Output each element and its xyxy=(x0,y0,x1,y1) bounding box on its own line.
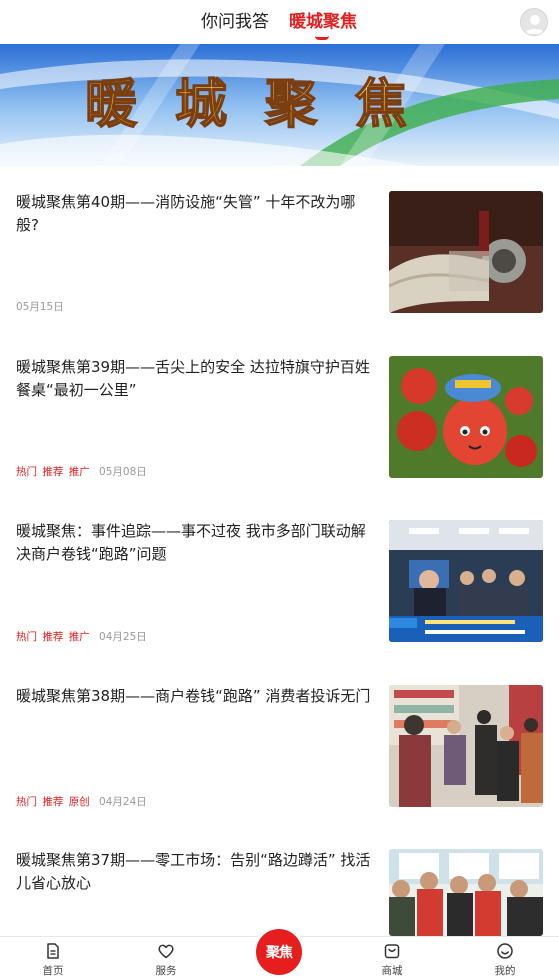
tag-promote: 推广 xyxy=(68,466,90,478)
article-meta: 热门 推荐 推广 05月08日 xyxy=(16,464,147,479)
banner-title: 暖城聚焦 xyxy=(85,74,445,135)
tag-promote: 推广 xyxy=(68,631,90,643)
article-date: 04月25日 xyxy=(99,631,147,643)
tag-recommend: 推荐 xyxy=(42,796,64,808)
heart-icon xyxy=(158,944,174,959)
nav-service[interactable]: 服务 xyxy=(136,942,196,978)
tag-recommend: 推荐 xyxy=(42,631,64,643)
active-tab-indicator xyxy=(315,36,329,40)
article-thumbnail[interactable] xyxy=(389,191,543,313)
home-doc-icon xyxy=(47,943,59,959)
article-meta: 05月15日 xyxy=(16,299,64,314)
tag-recommend: 推荐 xyxy=(42,466,64,478)
focus-logo-text: 聚焦 xyxy=(266,945,293,961)
article-thumbnail[interactable] xyxy=(389,685,543,807)
tab-focus[interactable]: 暖城聚焦 xyxy=(289,11,357,33)
article-date: 05月08日 xyxy=(99,466,147,478)
article-title[interactable]: 暖城聚焦第37期——零工市场：告别“路边蹲活” 找活儿省心放心 xyxy=(16,849,376,895)
article-thumbnail[interactable] xyxy=(389,849,543,936)
article-thumbnail[interactable] xyxy=(389,356,543,478)
nav-shop-label: 商城 xyxy=(381,965,403,977)
article-meta: 热门 推荐 原创 04月24日 xyxy=(16,794,147,809)
tag-hot: 热门 xyxy=(16,466,37,478)
shop-bag-icon xyxy=(384,944,400,959)
bottom-nav: 首页 服务 聚焦 商城 我的 xyxy=(0,929,559,979)
article-date: 04月24日 xyxy=(99,796,147,808)
article-item[interactable]: 暖城聚焦第39期——舌尖上的安全 达拉特旗守护百姓餐桌“最初一公里” 热门 推荐… xyxy=(0,356,559,521)
nav-mine-label: 我的 xyxy=(494,965,516,977)
nav-mine[interactable]: 我的 xyxy=(475,942,535,978)
article-thumbnail[interactable] xyxy=(389,520,543,642)
smiley-icon xyxy=(497,943,513,959)
article-date: 05月15日 xyxy=(16,301,64,313)
tab-qa[interactable]: 你问我答 xyxy=(201,11,269,33)
article-title[interactable]: 暖城聚焦第40期——消防设施“失管” 十年不改为哪般? xyxy=(16,191,376,237)
user-avatar-icon[interactable] xyxy=(520,8,548,36)
nav-focus-button[interactable]: 聚焦 xyxy=(256,929,302,975)
nav-service-label: 服务 xyxy=(155,965,177,977)
article-item[interactable]: 暖城聚焦第38期——商户卷钱“跑路” 消费者投诉无门 热门 推荐 原创 04月2… xyxy=(0,685,559,850)
nav-home-label: 首页 xyxy=(42,965,64,977)
tag-hot: 热门 xyxy=(16,796,37,808)
focus-banner[interactable]: 暖城聚焦 xyxy=(0,44,559,166)
article-meta: 热门 推荐 推广 04月25日 xyxy=(16,629,147,644)
article-title[interactable]: 暖城聚焦：事件追踪——事不过夜 我市多部门联动解决商户卷钱“跑路”问题 xyxy=(16,520,376,566)
tag-original: 原创 xyxy=(68,796,90,808)
article-title[interactable]: 暖城聚焦第38期——商户卷钱“跑路” 消费者投诉无门 xyxy=(16,685,376,708)
top-header: 你问我答 暖城聚焦 xyxy=(0,0,559,44)
nav-shop[interactable]: 商城 xyxy=(362,942,422,978)
tag-hot: 热门 xyxy=(16,631,37,643)
article-item[interactable]: 暖城聚焦：事件追踪——事不过夜 我市多部门联动解决商户卷钱“跑路”问题 热门 推… xyxy=(0,520,559,685)
article-item[interactable]: 暖城聚焦第40期——消防设施“失管” 十年不改为哪般? 05月15日 xyxy=(0,191,559,356)
article-title[interactable]: 暖城聚焦第39期——舌尖上的安全 达拉特旗守护百姓餐桌“最初一公里” xyxy=(16,356,376,402)
nav-home[interactable]: 首页 xyxy=(23,942,83,978)
